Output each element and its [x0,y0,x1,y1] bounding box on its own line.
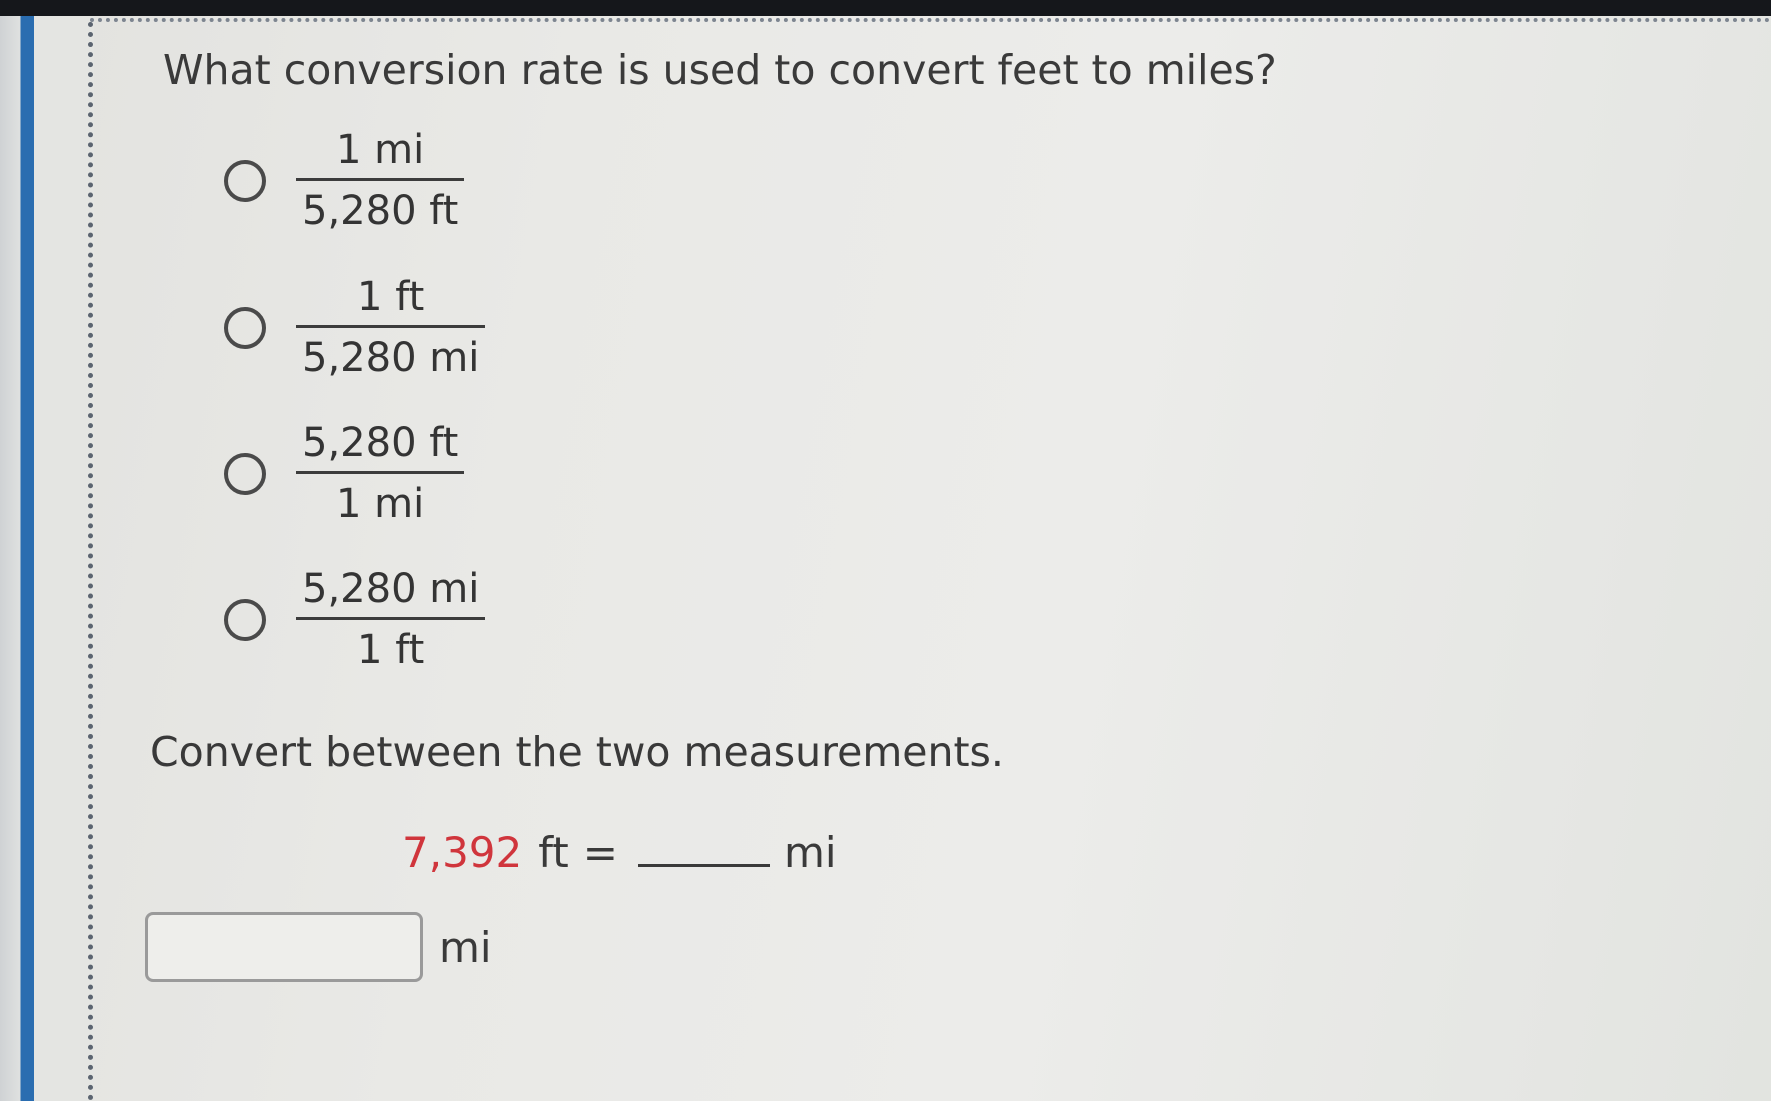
radio-button-option-2[interactable] [224,306,266,349]
given-value: 7,392 [402,828,523,877]
fraction-option-2: 1 ft 5,280 mi [296,273,486,382]
equals-sign: = [582,828,618,877]
answer-unit: mi [439,922,492,972]
answer-input[interactable] [145,912,423,982]
option-4[interactable]: 5,280 mi 1 ft [224,565,486,674]
radio-button-option-3[interactable] [224,452,266,495]
answer-row: mi [145,912,492,982]
left-panel [34,16,94,1101]
radio-button-option-4[interactable] [224,598,266,641]
fraction-denominator: 1 mi [336,481,425,527]
option-2[interactable]: 1 ft 5,280 mi [224,273,486,382]
fraction-numerator: 5,280 ft [302,420,459,466]
fraction-option-1: 1 mi 5,280 ft [296,126,465,235]
window-top-edge [0,0,1771,16]
fraction-numerator: 1 ft [357,274,425,320]
left-accent-bar [0,16,34,1101]
fraction-denominator: 1 ft [357,627,425,673]
question-text: What conversion rate is used to convert … [163,46,1277,94]
fraction-denominator: 5,280 mi [302,335,480,381]
option-1[interactable]: 1 mi 5,280 ft [224,126,465,235]
fraction-numerator: 1 mi [336,127,425,173]
screen: What conversion rate is used to convert … [0,0,1771,1101]
dotted-horizontal-border [90,18,1771,22]
option-3[interactable]: 5,280 ft 1 mi [224,419,465,528]
radio-button-option-1[interactable] [224,159,266,202]
conversion-equation: 7,392 ft = mi [402,828,837,877]
instruction-text: Convert between the two measurements. [150,728,1004,776]
given-unit: ft [538,828,569,877]
answer-blank-line [637,834,770,867]
fraction-option-3: 5,280 ft 1 mi [296,419,465,528]
fraction-denominator: 5,280 ft [302,188,459,234]
target-unit: mi [783,828,837,877]
fraction-numerator: 5,280 mi [302,566,480,612]
dotted-vertical-border [88,22,93,1101]
fraction-option-4: 5,280 mi 1 ft [296,565,486,674]
